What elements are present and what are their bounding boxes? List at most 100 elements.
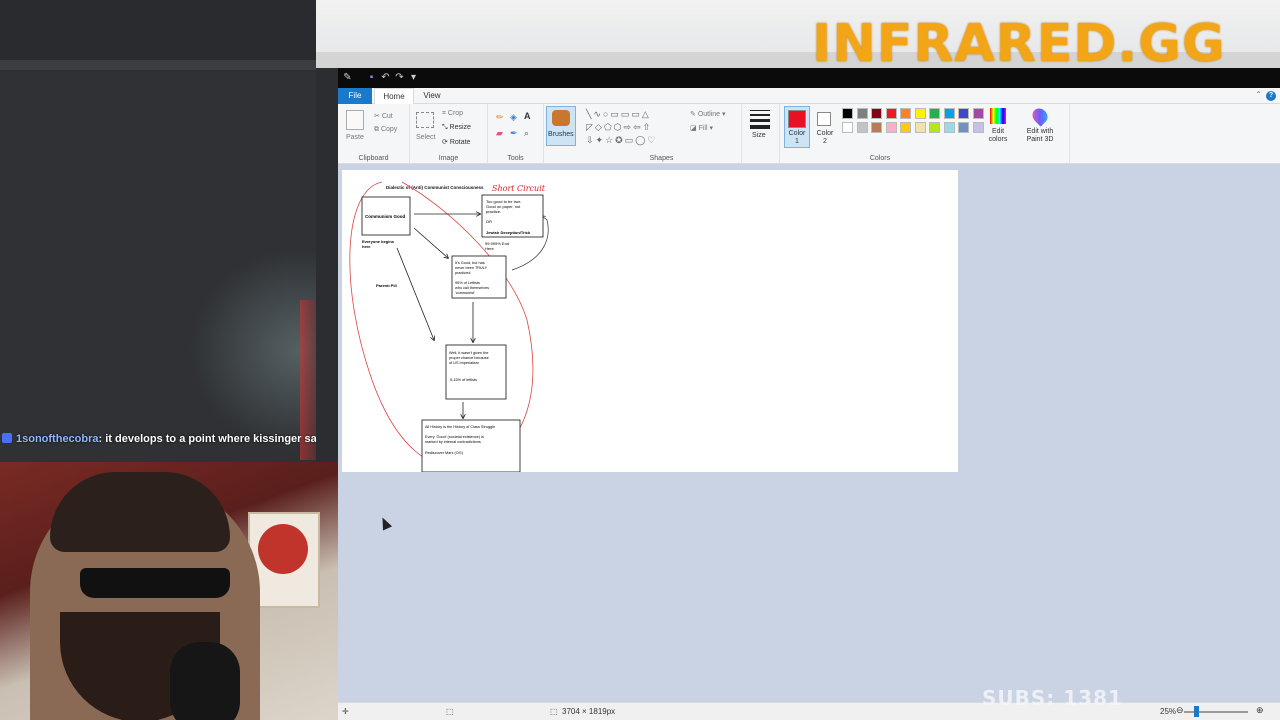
- image-size-icon: ⬚: [550, 707, 558, 716]
- palette-swatch[interactable]: [871, 108, 882, 119]
- palette-swatch[interactable]: [943, 122, 955, 133]
- tab-view[interactable]: View: [416, 88, 448, 104]
- pencil-icon[interactable]: ✏: [496, 112, 504, 123]
- begins-line2: here: [362, 244, 371, 249]
- drawing-title: Dialectic of (Anti) Communist Consciousn…: [386, 185, 484, 190]
- redo-icon[interactable]: ↷: [394, 72, 405, 83]
- box5-line6: Rediscover Marx (OG): [425, 451, 464, 455]
- outline-button[interactable]: ✎ Outline ▾: [690, 110, 725, 118]
- box1-text: Communism Good: [365, 214, 406, 219]
- stream-divider: [0, 60, 316, 70]
- fill-icon[interactable]: ◈: [510, 112, 517, 123]
- copy-button[interactable]: ⧉ Copy: [374, 126, 397, 134]
- image-dimensions: 3704 × 1819px: [562, 707, 616, 716]
- help-icon[interactable]: ?: [1266, 91, 1276, 101]
- paint3d-icon: [1029, 105, 1051, 127]
- color1-button[interactable]: Color 1: [784, 106, 810, 148]
- end-line2: Here: [485, 246, 494, 251]
- palette-swatch[interactable]: [929, 108, 940, 119]
- zoom-level: 25%: [1160, 707, 1177, 716]
- box5-line1: All History is the History of Class Stru…: [425, 425, 495, 429]
- palette-swatch[interactable]: [943, 108, 955, 119]
- text-icon[interactable]: A: [524, 111, 531, 121]
- palette-swatch[interactable]: [856, 122, 868, 133]
- resize-button[interactable]: ⤡ Resize: [442, 124, 471, 132]
- cut-button[interactable]: ✂ Cut: [374, 112, 393, 120]
- group-brushes: Brushes: [544, 104, 580, 164]
- group-tools: ✏ ◈ A ▰ ✒ ⌕ Tools: [488, 104, 544, 164]
- zoom-out-icon[interactable]: ⊖: [1176, 705, 1184, 716]
- edit-colors-button[interactable]: Edit colors: [982, 106, 1014, 150]
- cut-label: Cut: [381, 113, 393, 120]
- palette-swatch[interactable]: [842, 108, 853, 119]
- microphone: [170, 642, 240, 720]
- palette-swatch[interactable]: [914, 122, 926, 133]
- box2-line7: Jewish Deception/Trick: [486, 230, 531, 235]
- box3-line5: 95% of Leftists: [455, 281, 480, 285]
- sunglasses: [80, 568, 230, 598]
- box3-line1: It's Good, but has: [455, 261, 485, 265]
- titlebar: ✎ ▪ ↶ ↷ ▾: [338, 68, 1280, 88]
- palette-swatch[interactable]: [958, 122, 969, 133]
- paste-button[interactable]: Paste: [346, 134, 364, 141]
- palette-swatch[interactable]: [856, 108, 868, 119]
- stream-logo: INFRARED.GG: [812, 14, 1226, 74]
- paste-icon[interactable]: [346, 110, 364, 130]
- zoom-in-icon[interactable]: ⊕: [1256, 705, 1264, 716]
- group-label-shapes: Shapes: [649, 155, 674, 162]
- color-picker-icon[interactable]: ✒: [510, 128, 518, 139]
- ribbon: Paste ✂ Cut ⧉ Copy Clipboard Select ⌗ Cr…: [338, 104, 1280, 164]
- chat-badge-icon: [2, 433, 12, 443]
- select-icon[interactable]: [416, 112, 434, 128]
- resize-label: Resize: [449, 124, 471, 131]
- box2-line3: practice.: [486, 209, 501, 214]
- color1-label: Color 1: [788, 130, 806, 145]
- chat-text: : it develops to a point where kissinger…: [98, 433, 316, 445]
- tab-file[interactable]: File: [338, 88, 372, 104]
- palette-swatch[interactable]: [871, 122, 882, 133]
- brush-icon: [552, 110, 570, 126]
- edit-colors-label: Edit colors: [988, 128, 1008, 143]
- select-button[interactable]: Select: [416, 134, 435, 141]
- brushes-button[interactable]: Brushes: [546, 106, 576, 146]
- magnifier-icon[interactable]: ⌕: [524, 128, 529, 139]
- palette-swatch[interactable]: [885, 122, 897, 133]
- arrow-to-box3: [413, 227, 448, 258]
- palette-swatch[interactable]: [900, 122, 911, 133]
- background-blur: [180, 240, 316, 460]
- zoom-slider-thumb[interactable]: [1194, 706, 1199, 717]
- palette-swatch[interactable]: [958, 108, 969, 119]
- flowchart-drawing: Dialectic of (Anti) Communist Consciousn…: [349, 181, 549, 473]
- box3-line3: practiced.: [455, 271, 471, 275]
- eraser-icon[interactable]: ▰: [496, 128, 503, 139]
- paint3d-button[interactable]: Edit with Paint 3D: [1018, 105, 1062, 150]
- palette-swatch[interactable]: [900, 108, 911, 119]
- ribbon-tabs: File Home View ⌃ ?: [338, 88, 1280, 104]
- paint-app-icon: ✎: [343, 72, 352, 83]
- save-icon[interactable]: ▪: [366, 72, 377, 83]
- crop-button[interactable]: ⌗ Crop: [442, 110, 463, 118]
- color2-button[interactable]: Color 2: [814, 106, 838, 148]
- palette-swatch[interactable]: [842, 122, 853, 133]
- palette-swatch[interactable]: [914, 108, 926, 119]
- palette-swatch[interactable]: [929, 122, 940, 133]
- palette-swatch[interactable]: [885, 108, 897, 119]
- paint-window: ✎ ▪ ↶ ↷ ▾ File Home View ⌃ ? Paste ✂ Cut…: [338, 68, 1280, 720]
- undo-icon[interactable]: ↶: [380, 72, 391, 83]
- customize-toolbar-icon[interactable]: ▾: [408, 72, 419, 83]
- box5-line3: Every 'Good' (societal existence) is: [425, 435, 484, 439]
- group-label-colors: Colors: [869, 155, 891, 162]
- status-bar: ✛ ⬚ ⬚ 3704 × 1819px 25% ⊖ ⊕: [338, 702, 1280, 720]
- shapes-gallery[interactable]: ╲∿○▭▭▭△ ◸◇⬠⬡⇨⇦⇧ ⇩✦☆✪▭◯♡: [586, 108, 686, 148]
- drawing-canvas[interactable]: Dialectic of (Anti) Communist Consciousn…: [342, 170, 958, 473]
- group-size: Size: [742, 104, 780, 164]
- arrow-parenti: [396, 247, 434, 340]
- tab-home[interactable]: Home: [374, 88, 414, 104]
- stream-left-panel: 1sonofthecobra: it develops to a point w…: [0, 0, 316, 462]
- fill-button[interactable]: ◪ Fill ▾: [690, 124, 713, 132]
- size-button[interactable]: Size: [752, 132, 766, 139]
- collapse-ribbon-icon[interactable]: ⌃: [1255, 90, 1262, 99]
- group-label-tools: Tools: [507, 155, 524, 162]
- size-icon[interactable]: [750, 110, 770, 129]
- rotate-button[interactable]: ⟳ Rotate: [442, 138, 470, 146]
